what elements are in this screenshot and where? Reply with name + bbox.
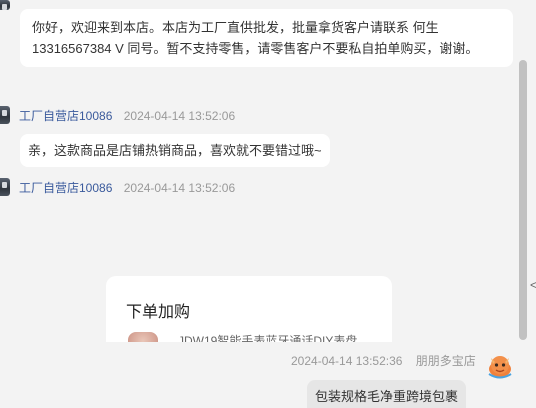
product-name[interactable]: JDW19智能手表蓝牙通话DIY表盘 <box>178 332 357 342</box>
message-timestamp: 2024-04-14 13:52:06 <box>123 109 236 123</box>
promo-message-text: 亲，这款商品是店铺热销商品，喜欢就不要错过哦~ <box>28 143 322 158</box>
shop-name: 朋朋多宝店 <box>415 354 476 368</box>
sender-name[interactable]: 工厂自营店10086 <box>19 109 112 123</box>
chat-message-list[interactable]: 你好，欢迎来到本店。本店为工厂直供批发，批量拿货客户请联系 何生 1331656… <box>0 0 518 408</box>
product-thumbnail[interactable] <box>128 332 158 342</box>
outgoing-message-meta: 2024-04-14 13:52:36 朋朋多宝店 <box>291 352 476 369</box>
chat-scrollbar[interactable] <box>519 60 527 340</box>
seller-avatar[interactable] <box>0 106 10 124</box>
welcome-message-bubble: 你好，欢迎来到本店。本店为工厂直供批发，批量拿货客户请联系 何生 1331656… <box>20 9 513 67</box>
promo-message-bubble: 亲，这款商品是店铺热销商品，喜欢就不要错过哦~ <box>20 134 330 167</box>
seller-avatar[interactable] <box>0 178 10 196</box>
outgoing-message-text: 包装规格毛净重跨境包裹 <box>315 389 459 404</box>
collapse-chevron-icon[interactable]: < <box>530 278 536 292</box>
order-card[interactable]: 下单加购 JDW19智能手表蓝牙通话DIY表盘 <box>106 276 392 342</box>
shop-avatar-icon[interactable] <box>486 352 514 380</box>
message-timestamp: 2024-04-14 13:52:36 <box>291 354 403 368</box>
welcome-message-text: 你好，欢迎来到本店。本店为工厂直供批发，批量拿货客户请联系 何生 1331656… <box>32 20 479 56</box>
sender-name[interactable]: 工厂自营店10086 <box>19 181 112 195</box>
message-meta: 工厂自营店10086 2024-04-14 13:52:06 <box>19 107 235 124</box>
seller-avatar[interactable] <box>0 0 10 10</box>
order-card-title: 下单加购 <box>126 304 191 321</box>
message-timestamp: 2024-04-14 13:52:06 <box>123 181 236 195</box>
message-meta: 工厂自营店10086 2024-04-14 13:52:06 <box>19 179 235 196</box>
outgoing-message-bubble: 包装规格毛净重跨境包裹 <box>307 380 467 408</box>
